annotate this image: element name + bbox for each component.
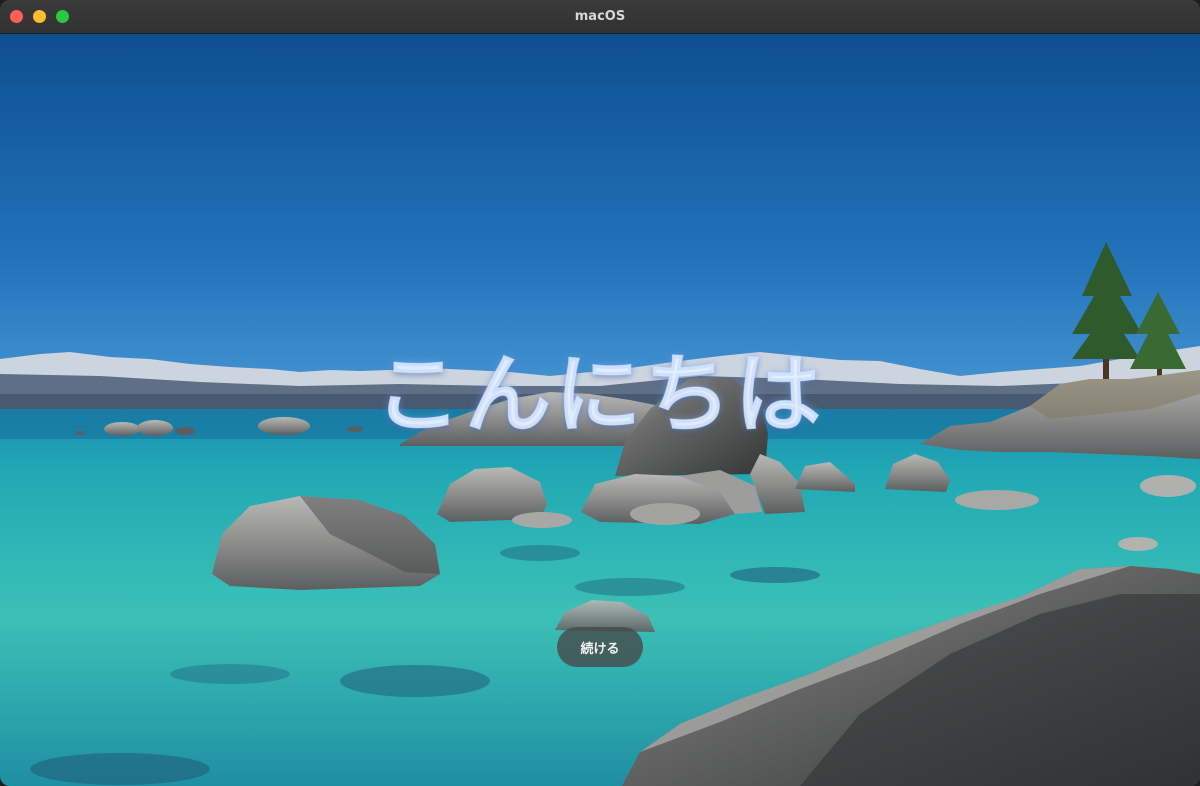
macos-window: macOS こんにちは 続ける: [0, 0, 1200, 786]
window-title: macOS: [574, 9, 626, 24]
continue-button[interactable]: 続ける: [557, 627, 643, 667]
greeting-text: こんにちは: [375, 345, 825, 446]
welcome-screen: こんにちは 続ける: [0, 34, 1200, 786]
title-bar[interactable]: macOS: [0, 0, 1200, 34]
